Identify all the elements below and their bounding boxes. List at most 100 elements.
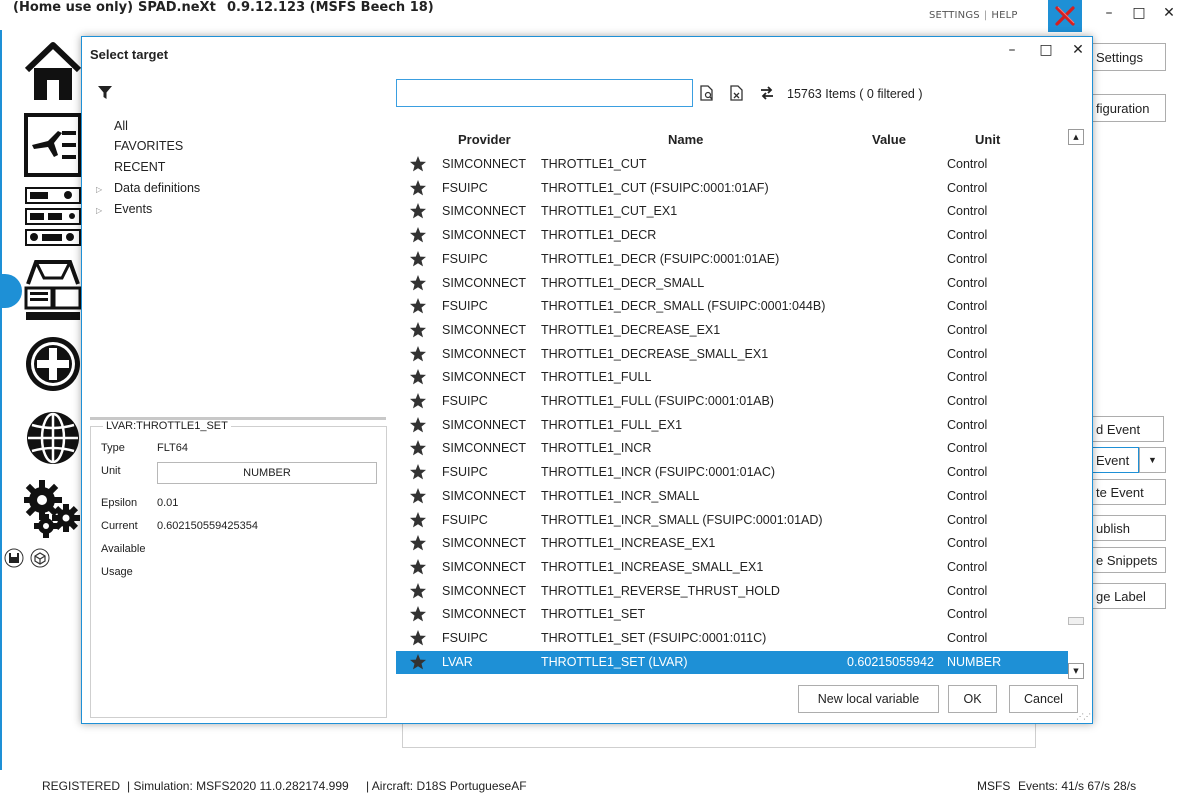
document-clear-icon[interactable] — [730, 85, 744, 101]
star-icon[interactable] — [409, 558, 427, 579]
star-icon[interactable] — [409, 274, 427, 295]
new-local-variable-button[interactable]: New local variable — [798, 685, 939, 713]
tree-item-recent[interactable]: RECENT — [96, 158, 165, 176]
app-exit-button[interactable] — [1048, 0, 1082, 32]
table-row[interactable]: SIMCONNECT THROTTLE1_INCR_SMALL Control — [396, 485, 1068, 509]
cell-unit: Control — [947, 299, 988, 314]
star-icon[interactable] — [409, 653, 427, 674]
cell-name: THROTTLE1_CUT — [541, 157, 647, 171]
tree-item-favorites[interactable]: FAVORITES — [96, 137, 183, 155]
snippets-button[interactable]: e Snippets — [1085, 547, 1166, 573]
star-icon[interactable] — [409, 416, 427, 437]
event-dropdown-button[interactable]: ▼ — [1139, 447, 1166, 473]
star-icon[interactable] — [409, 534, 427, 555]
settings-link[interactable]: SETTINGS — [929, 10, 980, 21]
star-icon[interactable] — [409, 297, 427, 318]
home-icon[interactable] — [24, 40, 82, 102]
column-header-name[interactable]: Name — [668, 132, 703, 147]
change-label-button[interactable]: ge Label — [1085, 583, 1166, 609]
dialog-minimize-button[interactable]: – — [1000, 40, 1024, 60]
expand-arrow-icon[interactable]: ▷ — [96, 202, 114, 220]
star-icon[interactable] — [409, 511, 427, 532]
table-row[interactable]: SIMCONNECT THROTTLE1_INCREASE_SMALL_EX1 Co… — [396, 556, 1068, 580]
table-row[interactable]: LVAR THROTTLE1_SET (LVAR) 0.60215055942 NUM… — [396, 650, 1068, 675]
star-icon[interactable] — [409, 582, 427, 603]
table-row[interactable]: SIMCONNECT THROTTLE1_REVERSE_THRUST_HOLD C… — [396, 580, 1068, 604]
expand-arrow-icon[interactable]: ▷ — [96, 181, 114, 199]
help-link[interactable]: HELP — [991, 10, 1017, 21]
table-row[interactable]: FSUIPC THROTTLE1_DECR_SMALL (FSUIPC:0001:… — [396, 295, 1068, 319]
status-registered: REGISTERED — [42, 779, 121, 793]
search-input[interactable] — [397, 80, 692, 106]
scroll-down-button[interactable]: ▼ — [1068, 663, 1084, 679]
dialog-maximize-button[interactable]: □ — [1034, 40, 1058, 60]
star-icon[interactable] — [409, 155, 427, 176]
table-row[interactable]: FSUIPC THROTTLE1_CUT (FSUIPC:0001:01AF) Co… — [396, 177, 1068, 201]
star-icon[interactable] — [409, 605, 427, 626]
star-icon[interactable] — [409, 463, 427, 484]
globe-icon[interactable] — [24, 407, 82, 469]
scroll-up-button[interactable]: ▲ — [1068, 129, 1084, 145]
star-icon[interactable] — [409, 629, 427, 650]
settings-button[interactable]: Settings — [1085, 43, 1166, 71]
dialog-close-button[interactable]: ✕ — [1066, 40, 1090, 60]
event-select[interactable]: Event — [1085, 447, 1139, 473]
add-icon[interactable] — [24, 334, 82, 394]
save-icon[interactable] — [4, 548, 24, 568]
column-header-value[interactable]: Value — [872, 132, 906, 147]
resize-grip-icon[interactable]: ⋰⋰ — [1076, 712, 1091, 721]
column-header-provider[interactable]: Provider — [458, 132, 511, 147]
table-row[interactable]: SIMCONNECT THROTTLE1_FULL_EX1 Control — [396, 414, 1068, 438]
tree-item-data-definitions[interactable]: ▷ Data definitions — [96, 179, 200, 197]
document-search-icon[interactable] — [700, 85, 714, 101]
table-row[interactable]: SIMCONNECT THROTTLE1_CUT Control — [396, 153, 1068, 177]
table-row[interactable]: FSUIPC THROTTLE1_INCR_SMALL (FSUIPC:0001:… — [396, 509, 1068, 533]
checklist-icon[interactable] — [24, 113, 82, 177]
star-icon[interactable] — [409, 226, 427, 247]
create-event-button[interactable]: te Event — [1085, 479, 1166, 505]
filter-icon[interactable] — [97, 84, 113, 100]
table-row[interactable]: FSUIPC THROTTLE1_SET (FSUIPC:0001:011C) Co… — [396, 627, 1068, 651]
table-row[interactable]: SIMCONNECT THROTTLE1_CUT_EX1 Control — [396, 200, 1068, 224]
table-row[interactable]: SIMCONNECT THROTTLE1_DECREASE_SMALL_EX1 Co… — [396, 343, 1068, 367]
star-icon[interactable] — [409, 179, 427, 200]
cell-unit: Control — [947, 251, 988, 266]
table-row[interactable]: SIMCONNECT THROTTLE1_INCREASE_EX1 Control — [396, 532, 1068, 556]
table-row[interactable]: SIMCONNECT THROTTLE1_FULL Control — [396, 366, 1068, 390]
star-icon[interactable] — [409, 321, 427, 342]
table-row[interactable]: SIMCONNECT THROTTLE1_DECR_SMALL Control — [396, 272, 1068, 296]
star-icon[interactable] — [409, 345, 427, 366]
table-row[interactable]: SIMCONNECT THROTTLE1_DECR Control — [396, 224, 1068, 248]
tree-item-events[interactable]: ▷ Events — [96, 200, 152, 218]
star-icon[interactable] — [409, 368, 427, 389]
scrollbar-thumb[interactable] — [1068, 617, 1084, 625]
publish-button[interactable]: ublish — [1085, 515, 1166, 541]
star-icon[interactable] — [409, 487, 427, 508]
table-row[interactable]: FSUIPC THROTTLE1_FULL (FSUIPC:0001:01AB) C… — [396, 390, 1068, 414]
cockpit-icon[interactable] — [24, 258, 82, 324]
table-row[interactable]: FSUIPC THROTTLE1_INCR (FSUIPC:0001:01AC) C… — [396, 461, 1068, 485]
table-row[interactable]: FSUIPC THROTTLE1_DECR (FSUIPC:0001:01AE) C… — [396, 248, 1068, 272]
ok-button[interactable]: OK — [948, 685, 997, 713]
app-minimize-button[interactable]: – — [1096, 2, 1122, 24]
package-icon[interactable] — [30, 548, 50, 568]
search-box[interactable] — [396, 79, 693, 107]
tree-item-all[interactable]: All — [96, 117, 128, 135]
configuration-button[interactable]: figuration — [1085, 94, 1166, 122]
star-icon[interactable] — [409, 250, 427, 271]
table-row[interactable]: SIMCONNECT THROTTLE1_DECREASE_EX1 Control — [396, 319, 1068, 343]
app-maximize-button[interactable]: □ — [1126, 2, 1152, 24]
column-header-unit[interactable]: Unit — [975, 132, 1000, 147]
radio-stack-icon[interactable] — [24, 186, 82, 248]
star-icon[interactable] — [409, 202, 427, 223]
cancel-button[interactable]: Cancel — [1009, 685, 1078, 713]
table-row[interactable]: SIMCONNECT THROTTLE1_SET Control — [396, 603, 1068, 627]
gears-icon[interactable] — [24, 480, 82, 542]
star-icon[interactable] — [409, 439, 427, 460]
table-row[interactable]: SIMCONNECT THROTTLE1_INCR Control — [396, 437, 1068, 461]
star-icon[interactable] — [409, 392, 427, 413]
unit-field[interactable]: NUMBER — [157, 462, 377, 484]
refresh-icon[interactable] — [759, 85, 775, 101]
app-close-button[interactable]: ✕ — [1156, 2, 1182, 24]
add-event-button[interactable]: d Event — [1085, 416, 1164, 442]
